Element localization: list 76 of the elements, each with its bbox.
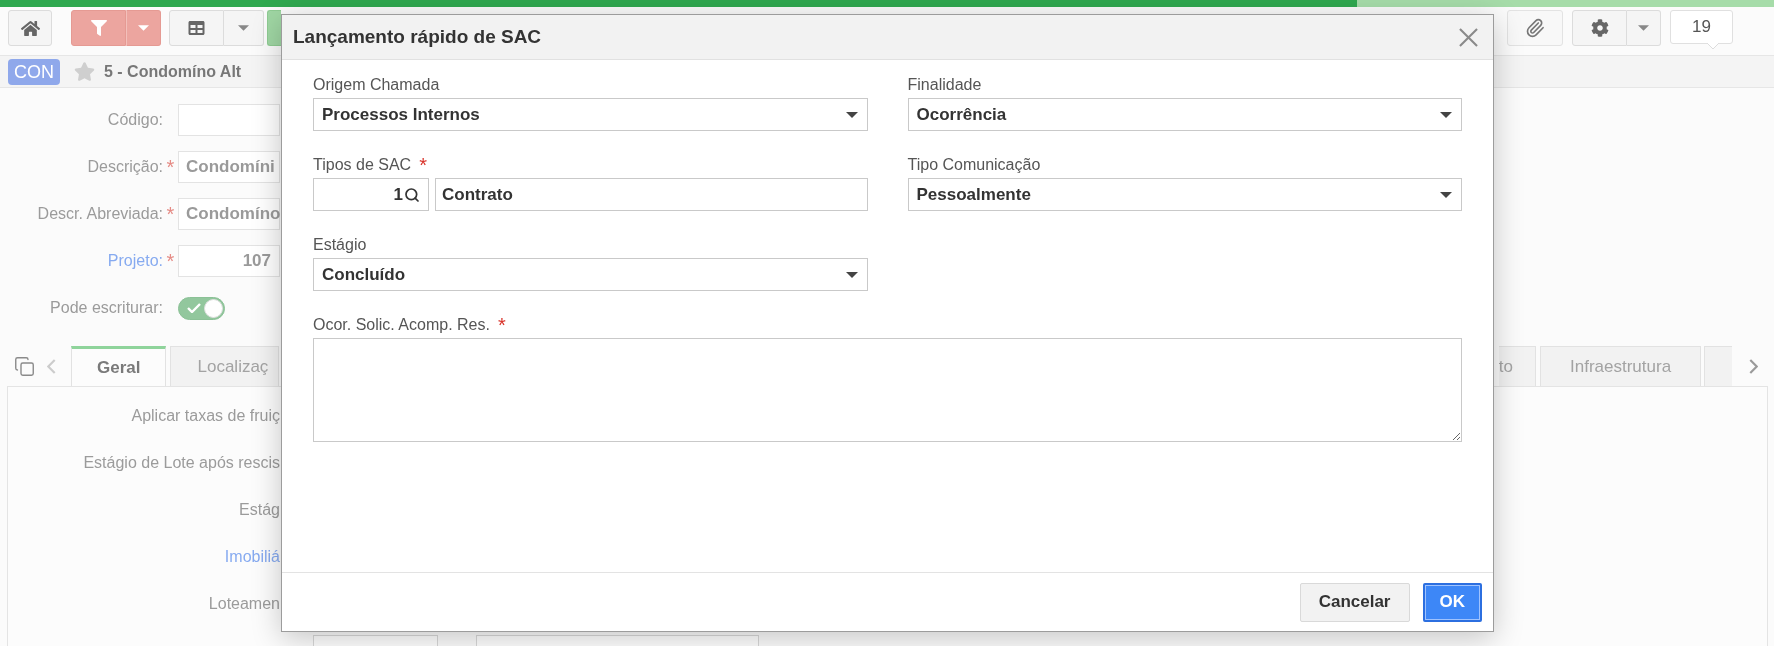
star-icon[interactable]: [74, 62, 95, 81]
tab[interactable]: Localizaç: [170, 346, 279, 386]
field-label: Estágio de Lote após rescis: [83, 453, 280, 473]
check-icon: [187, 303, 201, 313]
filter-menu-button[interactable]: [126, 10, 161, 46]
paperclip-icon: [1525, 18, 1545, 38]
field-label: Descr. Abreviada:: [37, 204, 163, 224]
required-mark: *: [419, 155, 427, 175]
settings-menu-button[interactable]: [1627, 10, 1661, 46]
text-area-field[interactable]: [313, 338, 1462, 442]
input-field[interactable]: Condomíni: [178, 151, 280, 183]
close-button[interactable]: [1459, 27, 1478, 47]
field-label: Loteamen: [208, 594, 280, 614]
input-field[interactable]: Contrato: [435, 178, 868, 211]
chevron-left-icon[interactable]: [47, 358, 56, 374]
gear-icon: [1590, 19, 1609, 37]
table-menu-button[interactable]: [224, 10, 264, 46]
tab[interactable]: [1704, 346, 1732, 386]
required-mark: *: [166, 251, 175, 271]
field-label: Pode escriturar:: [50, 298, 163, 318]
input-field[interactable]: [313, 635, 438, 646]
chevron-right-icon[interactable]: [1749, 358, 1758, 374]
field-label: Finalidade: [907, 75, 982, 95]
field-label: Tipos de SAC: [313, 155, 412, 175]
tab[interactable]: Infraestrutura: [1540, 346, 1702, 386]
select-field[interactable]: Ocorrência: [907, 98, 1462, 131]
field-label: Estág: [239, 500, 280, 520]
link-label[interactable]: Imobiliá: [224, 545, 280, 569]
code-field[interactable]: 1: [313, 178, 429, 211]
required-mark: *: [497, 315, 506, 335]
input-field[interactable]: [178, 104, 280, 136]
close-icon: [1459, 27, 1478, 47]
field-label: Descrição:: [87, 157, 163, 177]
caret-icon: [845, 111, 858, 118]
search-icon[interactable]: [404, 186, 420, 203]
select-field[interactable]: Processos Internos: [313, 98, 868, 131]
select-field[interactable]: Pessoalmente: [907, 178, 1462, 211]
caret-icon: [238, 25, 249, 31]
field-label: Origem Chamada: [313, 75, 440, 95]
tab[interactable]: Geral: [71, 346, 167, 386]
record-title: 5 - Condomíno Alt: [104, 61, 242, 82]
filter-button[interactable]: [71, 10, 126, 46]
table-icon: [188, 20, 205, 36]
input-field[interactable]: [476, 635, 759, 646]
record-badge: CON: [8, 58, 60, 85]
settings-button[interactable]: [1572, 10, 1627, 46]
copy-icon[interactable]: [14, 355, 35, 377]
caret-icon: [1440, 111, 1452, 118]
link-label[interactable]: Projeto:: [107, 249, 163, 273]
caret-icon: [1638, 25, 1649, 31]
input-field[interactable]: 107: [178, 245, 280, 277]
home-icon: [20, 19, 40, 37]
dialog-title: Lançamento rápido de SAC: [293, 24, 542, 49]
toggle-switch[interactable]: [178, 296, 225, 320]
field-label: Estágio: [313, 235, 367, 255]
home-button[interactable]: [8, 10, 52, 46]
ok-button[interactable]: OK: [1422, 582, 1482, 622]
caret-icon: [845, 271, 858, 278]
table-button[interactable]: [169, 10, 224, 46]
tab[interactable]: to: [1499, 346, 1536, 386]
input-field[interactable]: Condomíno: [178, 198, 280, 230]
required-mark: *: [166, 157, 175, 177]
caret-icon: [138, 25, 149, 31]
cancel-button[interactable]: Cancelar: [1299, 582, 1410, 622]
notification-count[interactable]: 19: [1670, 10, 1733, 44]
field-label: Ocor. Solic. Acomp. Res.: [313, 315, 490, 335]
toolbar-button[interactable]: [267, 10, 281, 46]
field-label: Código:: [107, 110, 163, 130]
pointer-icon: [1707, 43, 1719, 49]
select-field[interactable]: Concluído: [313, 258, 868, 291]
filter-icon: [90, 20, 107, 36]
required-mark: *: [166, 204, 175, 224]
caret-icon: [1440, 191, 1452, 198]
field-label: Tipo Comunicação: [907, 155, 1041, 175]
field-label: Aplicar taxas de fruiç: [131, 406, 280, 426]
attach-button[interactable]: [1507, 10, 1563, 46]
